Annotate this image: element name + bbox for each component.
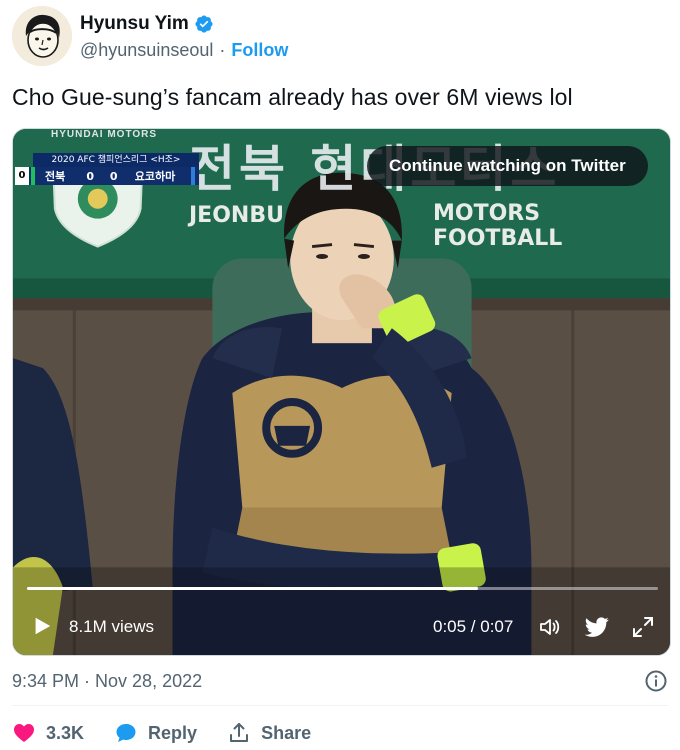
continue-watching-button[interactable]: Continue watching on Twitter xyxy=(367,146,648,186)
video-controls: 8.1M views 0:05 / 0:07 xyxy=(13,607,670,647)
handle-row: @hyunsuinseoul · Follow xyxy=(80,40,288,61)
tweet-timestamp[interactable]: 9:34 PM · Nov 28, 2022 xyxy=(12,671,202,692)
user-handle[interactable]: @hyunsuinseoul xyxy=(80,40,213,61)
scoreboard-overlay: 2020 AFC 챔피언스리그 <H조> 0 전북 0 0 요코하마 xyxy=(15,153,199,185)
reply-button[interactable]: Reply xyxy=(114,721,197,745)
share-label: Share xyxy=(261,722,312,743)
video-player[interactable]: HYUNDAI MOTORS 전북 현대모터스 JEONBU MOTORS FO… xyxy=(12,128,671,656)
scoreboard-team-away: 요코하마 xyxy=(134,170,176,183)
scoreboard-left-score: 0 xyxy=(15,167,29,185)
avatar-illustration xyxy=(12,6,72,66)
scoreboard-score: 0 0 xyxy=(86,169,124,183)
reply-label: Reply xyxy=(148,722,198,743)
scoreboard-away-bar xyxy=(191,167,195,185)
view-count: 8.1M views xyxy=(69,617,155,636)
reply-bubble-icon xyxy=(116,724,136,742)
banner-hyundai-text: HYUNDAI MOTORS xyxy=(51,129,158,140)
fullscreen-icon[interactable] xyxy=(631,615,655,639)
action-bar: 3.3K Reply Share xyxy=(12,718,341,748)
scoreboard-home-bar xyxy=(31,167,35,185)
play-icon[interactable] xyxy=(31,615,53,637)
progress-bar[interactable] xyxy=(27,587,658,590)
volume-icon[interactable] xyxy=(538,615,562,639)
scoreboard-title: 2020 AFC 챔피언스리그 <H조> xyxy=(33,153,199,167)
tweet-header: Hyunsu Yim @hyunsuinseoul · Follow xyxy=(12,4,668,68)
verified-badge-icon xyxy=(195,15,213,33)
progress-bar-fill xyxy=(27,587,478,590)
tweet-text: Cho Gue-sung’s fancam already has over 6… xyxy=(12,84,573,110)
follow-button[interactable]: Follow xyxy=(231,40,288,61)
divider xyxy=(12,705,668,706)
twitter-bird-icon[interactable] xyxy=(584,615,610,639)
share-button[interactable]: Share xyxy=(227,721,311,745)
banner-english-right: MOTORS FOOTBALL xyxy=(433,201,563,251)
share-upload-icon xyxy=(230,723,249,742)
like-count: 3.3K xyxy=(46,722,85,743)
display-name[interactable]: Hyunsu Yim xyxy=(80,13,189,35)
banner-english-left: JEONBU xyxy=(189,203,284,228)
name-row: Hyunsu Yim xyxy=(80,13,214,35)
like-button[interactable]: 3.3K xyxy=(12,721,84,745)
heart-icon xyxy=(14,724,34,742)
scoreboard-team-home: 전북 xyxy=(45,170,66,183)
info-icon[interactable] xyxy=(644,669,668,693)
separator-dot: · xyxy=(219,40,226,60)
avatar[interactable] xyxy=(12,6,72,66)
scoreboard-row: 0 전북 0 0 요코하마 xyxy=(15,167,199,185)
video-time: 0:05 / 0:07 xyxy=(433,617,514,636)
